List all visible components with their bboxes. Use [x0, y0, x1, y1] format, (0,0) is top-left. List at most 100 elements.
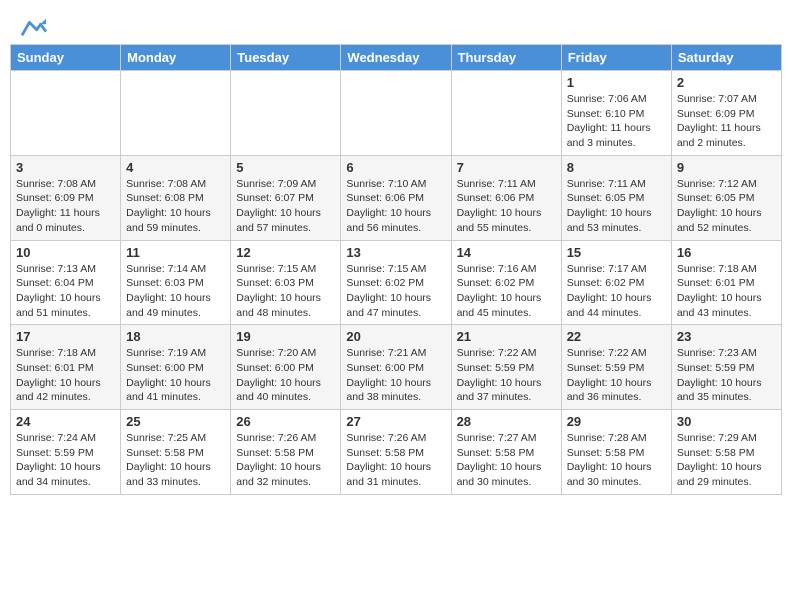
day-number: 13	[346, 245, 445, 260]
calendar-cell: 23Sunrise: 7:23 AM Sunset: 5:59 PM Dayli…	[671, 325, 781, 410]
day-info: Sunrise: 7:15 AM Sunset: 6:03 PM Dayligh…	[236, 262, 335, 321]
calendar-week-4: 17 Sunrise: 7:18 AM Sunset: 6:01 PM Dayli…	[11, 325, 782, 410]
day-number: 9	[677, 160, 776, 175]
day-info: Sunrise: 7:23 AM Sunset: 5:59 PM Dayligh…	[677, 346, 776, 405]
day-number: 21	[457, 329, 556, 344]
calendar-week-1: 1 Sunrise: 7:06 AM Sunset: 6:10 PM Daylig…	[11, 71, 782, 156]
day-info: Sunrise: 7:11 AM Sunset: 6:06 PM Dayligh…	[457, 177, 556, 236]
day-info: Sunrise: 7:21 AM Sunset: 6:00 PM Dayligh…	[346, 346, 445, 405]
day-info: Sunrise: 7:26 AM Sunset: 5:58 PM Dayligh…	[346, 431, 445, 490]
day-number: 18	[126, 329, 225, 344]
day-number: 30	[677, 414, 776, 429]
day-info: Sunrise: 7:16 AM Sunset: 6:02 PM Dayligh…	[457, 262, 556, 321]
calendar-cell: 16 Sunrise: 7:18 AM Sunset: 6:01 PM Dayli…	[671, 240, 781, 325]
day-number: 7	[457, 160, 556, 175]
day-number: 24	[16, 414, 115, 429]
day-info: Sunrise: 7:25 AM Sunset: 5:58 PM Dayligh…	[126, 431, 225, 490]
day-number: 1	[567, 75, 666, 90]
calendar-cell: 28 Sunrise: 7:27 AM Sunset: 5:58 PM Dayli…	[451, 410, 561, 495]
day-info: Sunrise: 7:18 AM Sunset: 6:01 PM Dayligh…	[677, 262, 776, 321]
calendar-cell	[451, 71, 561, 156]
day-info: Sunrise: 7:22 AM Sunset: 5:59 PM Dayligh…	[457, 346, 556, 405]
calendar-week-3: 10 Sunrise: 7:13 AM Sunset: 6:04 PM Dayli…	[11, 240, 782, 325]
weekday-header-tuesday: Tuesday	[231, 45, 341, 71]
day-number: 22	[567, 329, 666, 344]
calendar-cell: 17 Sunrise: 7:18 AM Sunset: 6:01 PM Dayli…	[11, 325, 121, 410]
calendar-cell: 30Sunrise: 7:29 AM Sunset: 5:58 PM Dayli…	[671, 410, 781, 495]
day-number: 15	[567, 245, 666, 260]
calendar-week-2: 3 Sunrise: 7:08 AM Sunset: 6:09 PM Daylig…	[11, 155, 782, 240]
calendar-cell: 25 Sunrise: 7:25 AM Sunset: 5:58 PM Dayli…	[121, 410, 231, 495]
calendar-cell: 6Sunrise: 7:10 AM Sunset: 6:06 PM Daylig…	[341, 155, 451, 240]
day-number: 19	[236, 329, 335, 344]
weekday-header-friday: Friday	[561, 45, 671, 71]
calendar-cell: 15Sunrise: 7:17 AM Sunset: 6:02 PM Dayli…	[561, 240, 671, 325]
calendar-cell: 14 Sunrise: 7:16 AM Sunset: 6:02 PM Dayli…	[451, 240, 561, 325]
weekday-header-saturday: Saturday	[671, 45, 781, 71]
day-number: 2	[677, 75, 776, 90]
day-info: Sunrise: 7:09 AM Sunset: 6:07 PM Dayligh…	[236, 177, 335, 236]
calendar-cell: 1 Sunrise: 7:06 AM Sunset: 6:10 PM Daylig…	[561, 71, 671, 156]
calendar-cell: 9 Sunrise: 7:12 AM Sunset: 6:05 PM Daylig…	[671, 155, 781, 240]
day-number: 12	[236, 245, 335, 260]
day-number: 25	[126, 414, 225, 429]
day-number: 26	[236, 414, 335, 429]
day-number: 10	[16, 245, 115, 260]
header	[0, 0, 792, 44]
calendar-cell: 13 Sunrise: 7:15 AM Sunset: 6:02 PM Dayli…	[341, 240, 451, 325]
weekday-header-thursday: Thursday	[451, 45, 561, 71]
day-number: 28	[457, 414, 556, 429]
day-number: 29	[567, 414, 666, 429]
day-info: Sunrise: 7:11 AM Sunset: 6:05 PM Dayligh…	[567, 177, 666, 236]
day-info: Sunrise: 7:08 AM Sunset: 6:08 PM Dayligh…	[126, 177, 225, 236]
calendar-cell: 8 Sunrise: 7:11 AM Sunset: 6:05 PM Daylig…	[561, 155, 671, 240]
day-info: Sunrise: 7:10 AM Sunset: 6:06 PM Dayligh…	[346, 177, 445, 236]
calendar-cell: 27Sunrise: 7:26 AM Sunset: 5:58 PM Dayli…	[341, 410, 451, 495]
calendar-cell: 10 Sunrise: 7:13 AM Sunset: 6:04 PM Dayli…	[11, 240, 121, 325]
calendar-cell: 18Sunrise: 7:19 AM Sunset: 6:00 PM Dayli…	[121, 325, 231, 410]
day-info: Sunrise: 7:07 AM Sunset: 6:09 PM Dayligh…	[677, 92, 776, 151]
day-info: Sunrise: 7:20 AM Sunset: 6:00 PM Dayligh…	[236, 346, 335, 405]
calendar-cell	[341, 71, 451, 156]
day-number: 17	[16, 329, 115, 344]
calendar-week-5: 24 Sunrise: 7:24 AM Sunset: 5:59 PM Dayli…	[11, 410, 782, 495]
calendar-cell: 20 Sunrise: 7:21 AM Sunset: 6:00 PM Dayli…	[341, 325, 451, 410]
page-container: SundayMondayTuesdayWednesdayThursdayFrid…	[0, 0, 792, 495]
calendar-cell: 19 Sunrise: 7:20 AM Sunset: 6:00 PM Dayli…	[231, 325, 341, 410]
calendar-cell: 7 Sunrise: 7:11 AM Sunset: 6:06 PM Daylig…	[451, 155, 561, 240]
calendar-cell: 5 Sunrise: 7:09 AM Sunset: 6:07 PM Daylig…	[231, 155, 341, 240]
calendar-cell	[121, 71, 231, 156]
day-info: Sunrise: 7:27 AM Sunset: 5:58 PM Dayligh…	[457, 431, 556, 490]
day-number: 16	[677, 245, 776, 260]
weekday-header-monday: Monday	[121, 45, 231, 71]
day-number: 14	[457, 245, 556, 260]
day-number: 20	[346, 329, 445, 344]
day-number: 5	[236, 160, 335, 175]
weekday-header-wednesday: Wednesday	[341, 45, 451, 71]
day-number: 11	[126, 245, 225, 260]
calendar-cell: 21 Sunrise: 7:22 AM Sunset: 5:59 PM Dayli…	[451, 325, 561, 410]
day-info: Sunrise: 7:22 AM Sunset: 5:59 PM Dayligh…	[567, 346, 666, 405]
calendar-cell: 3 Sunrise: 7:08 AM Sunset: 6:09 PM Daylig…	[11, 155, 121, 240]
day-info: Sunrise: 7:08 AM Sunset: 6:09 PM Dayligh…	[16, 177, 115, 236]
logo	[20, 15, 52, 39]
day-info: Sunrise: 7:13 AM Sunset: 6:04 PM Dayligh…	[16, 262, 115, 321]
day-info: Sunrise: 7:14 AM Sunset: 6:03 PM Dayligh…	[126, 262, 225, 321]
day-info: Sunrise: 7:06 AM Sunset: 6:10 PM Dayligh…	[567, 92, 666, 151]
day-info: Sunrise: 7:12 AM Sunset: 6:05 PM Dayligh…	[677, 177, 776, 236]
day-info: Sunrise: 7:24 AM Sunset: 5:59 PM Dayligh…	[16, 431, 115, 490]
calendar-cell	[231, 71, 341, 156]
calendar-cell: 22 Sunrise: 7:22 AM Sunset: 5:59 PM Dayli…	[561, 325, 671, 410]
calendar-cell: 2 Sunrise: 7:07 AM Sunset: 6:09 PM Daylig…	[671, 71, 781, 156]
weekday-header-sunday: Sunday	[11, 45, 121, 71]
calendar-table: SundayMondayTuesdayWednesdayThursdayFrid…	[10, 44, 782, 495]
day-number: 8	[567, 160, 666, 175]
weekday-header-row: SundayMondayTuesdayWednesdayThursdayFrid…	[11, 45, 782, 71]
calendar-cell: 26Sunrise: 7:26 AM Sunset: 5:58 PM Dayli…	[231, 410, 341, 495]
calendar-cell: 12 Sunrise: 7:15 AM Sunset: 6:03 PM Dayli…	[231, 240, 341, 325]
day-info: Sunrise: 7:15 AM Sunset: 6:02 PM Dayligh…	[346, 262, 445, 321]
day-number: 3	[16, 160, 115, 175]
day-info: Sunrise: 7:18 AM Sunset: 6:01 PM Dayligh…	[16, 346, 115, 405]
day-number: 4	[126, 160, 225, 175]
calendar-cell: 29Sunrise: 7:28 AM Sunset: 5:58 PM Dayli…	[561, 410, 671, 495]
